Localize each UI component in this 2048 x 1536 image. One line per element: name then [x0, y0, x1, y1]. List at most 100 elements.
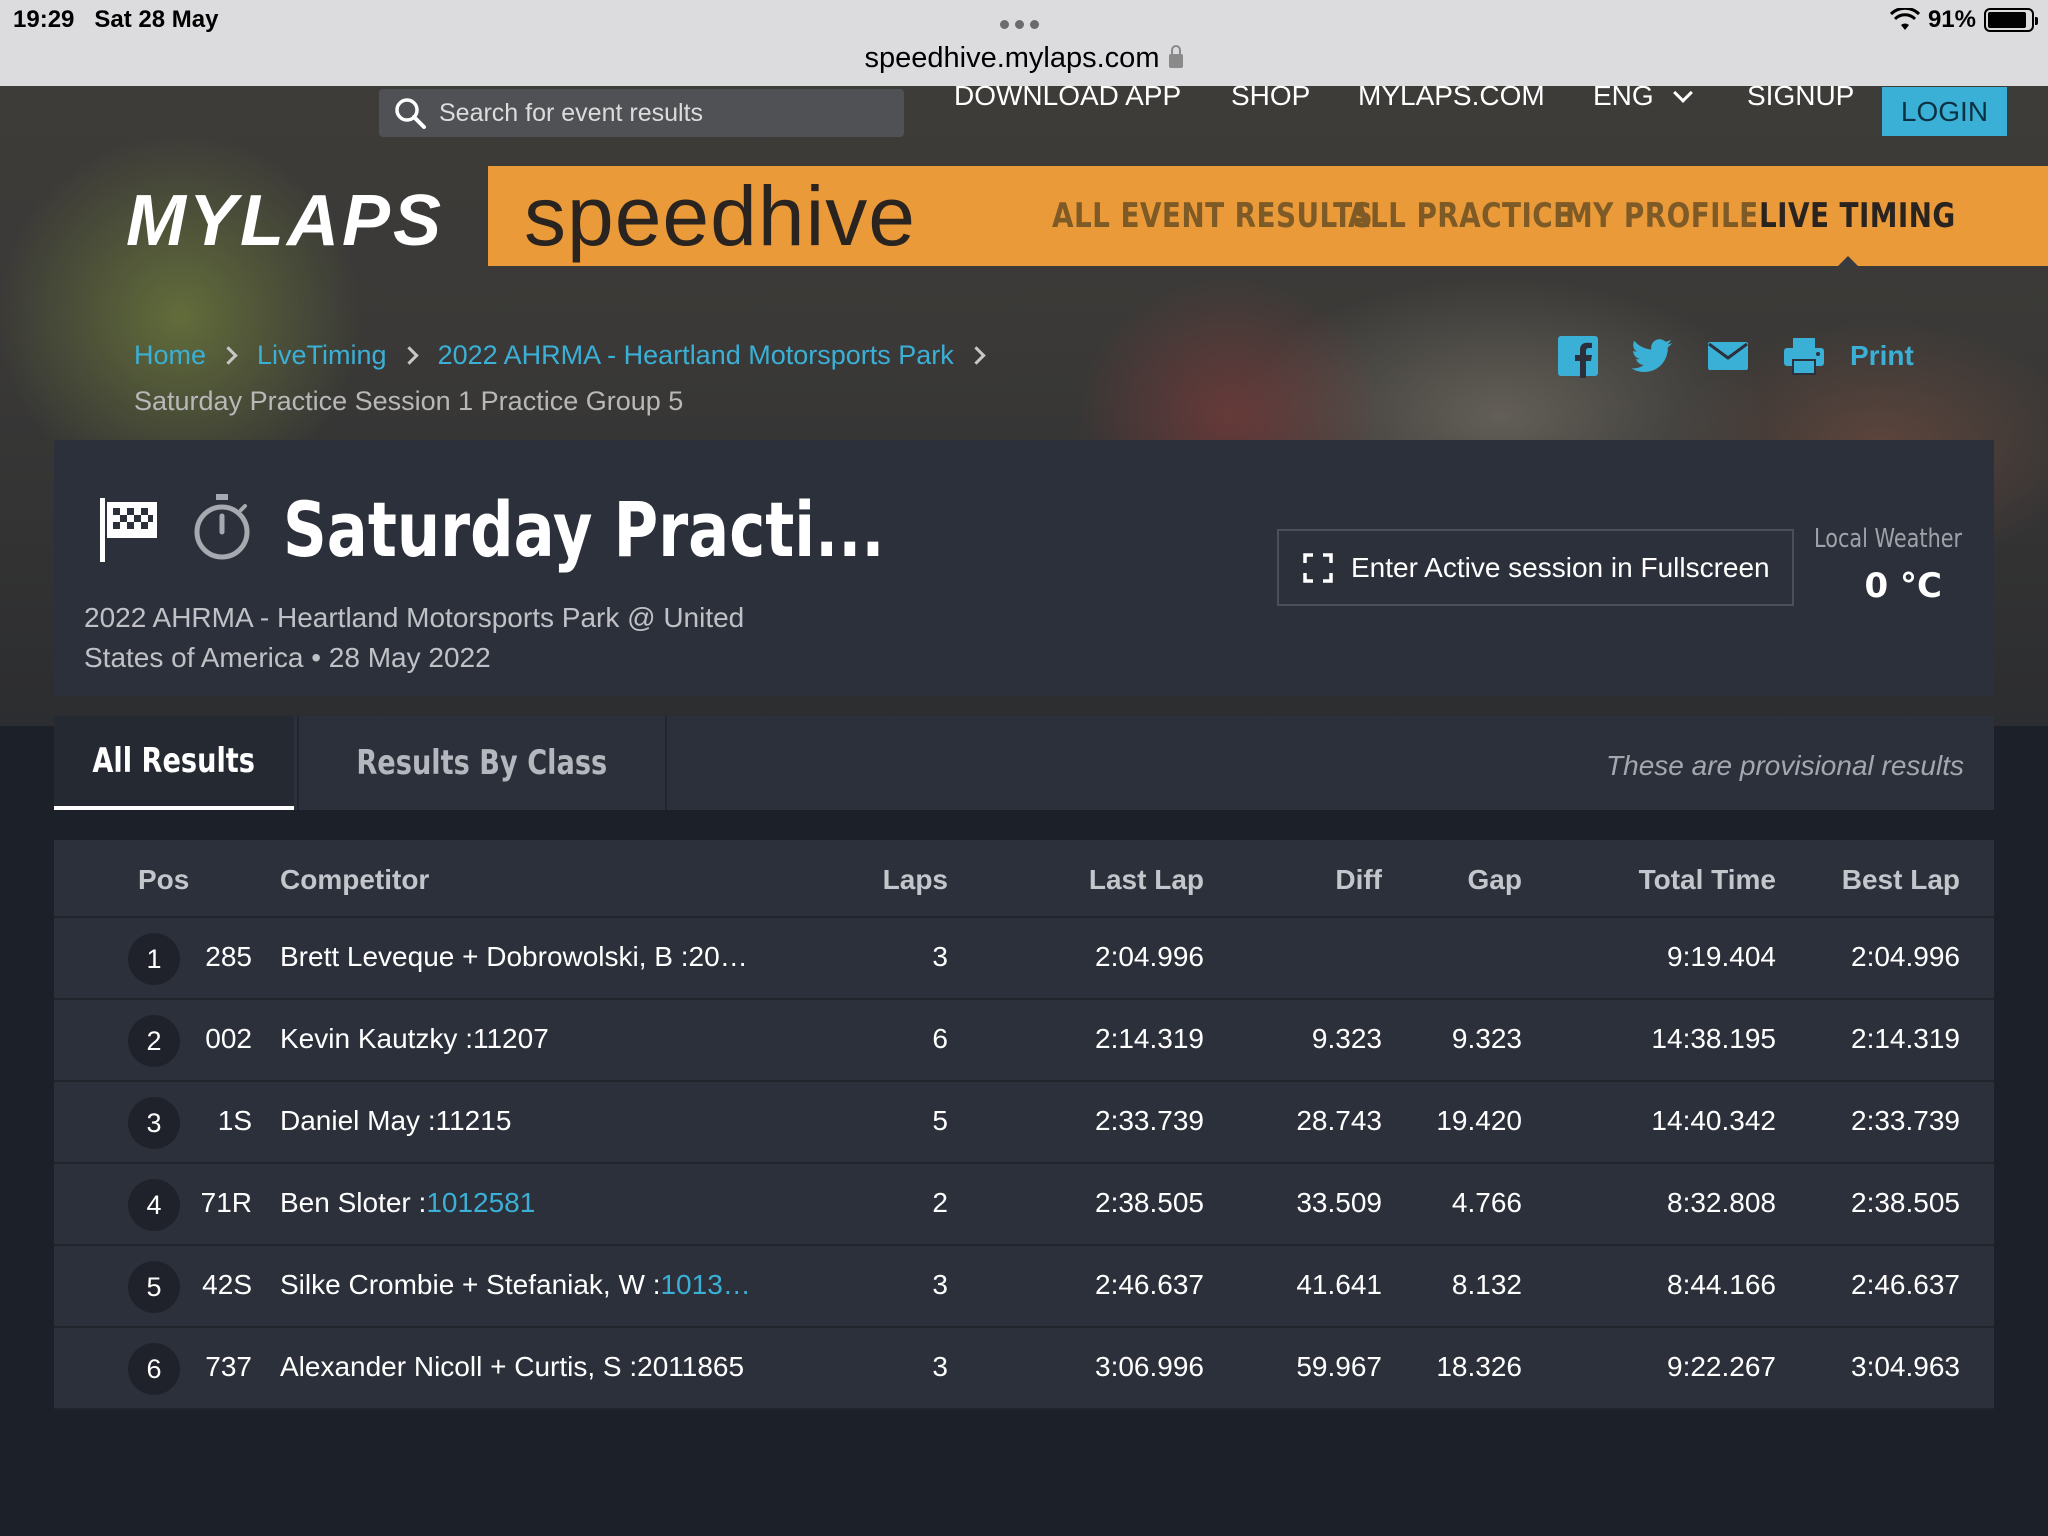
table-row[interactable]: 6 737 Alexander Nicoll + Curtis, S :201186…	[54, 1328, 1994, 1410]
email-share[interactable]	[1706, 334, 1750, 378]
breadcrumb-livetiming[interactable]: LiveTiming	[257, 340, 387, 371]
header-diff[interactable]: Diff	[1335, 864, 1382, 896]
competitor-name[interactable]: Brett Leveque + Dobrowolski, B :20…	[280, 941, 748, 973]
login-button[interactable]: LOGIN	[1882, 87, 2007, 136]
chevron-right-icon	[399, 346, 419, 365]
print-label[interactable]: Print	[1850, 340, 1914, 372]
search-icon	[395, 98, 426, 129]
chevron-right-icon	[967, 346, 986, 365]
competitor-name-text: Silke Crombie + Stefaniak, W :	[280, 1269, 661, 1300]
competitor-number: 71R	[200, 1187, 252, 1218]
best-lap-cell: 2:14.319	[1851, 1023, 1960, 1054]
competitor-transponder-link[interactable]: 1012581	[426, 1187, 535, 1218]
search-input[interactable]	[439, 98, 879, 128]
print-button[interactable]	[1782, 334, 1826, 378]
fullscreen-button[interactable]: Enter Active session in Fullscreen	[1277, 529, 1794, 606]
breadcrumb-event[interactable]: 2022 AHRMA - Heartland Motorsports Park	[438, 340, 954, 371]
results-tabs: All Results Results By Class These are p…	[54, 716, 1994, 810]
competitor-number: 737	[205, 1351, 252, 1382]
active-nav-caret	[1838, 256, 1858, 266]
weather-value: 0 °C	[1864, 566, 1942, 606]
header-gap[interactable]: Gap	[1468, 864, 1522, 896]
competitor-name[interactable]: Kevin Kautzky :11207	[280, 1023, 549, 1055]
facebook-share[interactable]	[1556, 334, 1600, 378]
wifi-icon	[1889, 8, 1920, 30]
tab-overview-dots-icon[interactable]	[1000, 20, 1039, 29]
last-lap-cell: 2:38.505	[1095, 1187, 1204, 1218]
laps-cell: 6	[932, 1023, 948, 1054]
diff-cell: 41.641	[1296, 1269, 1382, 1300]
header-pos[interactable]: Pos	[138, 864, 189, 896]
tab-all-results[interactable]: All Results	[54, 716, 294, 810]
language-label: ENG	[1593, 80, 1654, 111]
table-header: Pos Competitor Laps Last Lap Diff Gap To…	[54, 840, 1994, 918]
status-time: 19:29 Sat 28 May	[13, 6, 219, 33]
total-time-cell: 9:22.267	[1667, 1351, 1776, 1382]
battery-percent: 91%	[1927, 6, 1976, 33]
header-laps[interactable]: Laps	[883, 864, 948, 896]
url-text: speedhive.mylaps.com	[864, 42, 1160, 74]
nav-live-timing[interactable]: LIVE TIMING	[1759, 196, 1956, 236]
header-total-time[interactable]: Total Time	[1639, 864, 1776, 896]
gap-cell: 19.420	[1436, 1105, 1522, 1136]
shop-link[interactable]: SHOP	[1231, 80, 1310, 112]
last-lap-cell: 2:46.637	[1095, 1269, 1204, 1300]
table-row[interactable]: 2 002 Kevin Kautzky :11207 6 2:14.319 9.323 9.…	[54, 1000, 1994, 1082]
laps-cell: 3	[932, 941, 948, 972]
competitor-name[interactable]: Alexander Nicoll + Curtis, S :2011865	[280, 1351, 744, 1383]
fullscreen-icon	[1303, 552, 1333, 583]
competitor-name[interactable]: Silke Crombie + Stefaniak, W :1013…	[280, 1269, 751, 1301]
address-bar[interactable]: speedhive.mylaps.com	[0, 42, 2048, 75]
competitor-transponder-link[interactable]: 1013…	[660, 1269, 750, 1300]
total-time-cell: 14:38.195	[1651, 1023, 1776, 1054]
breadcrumb-home[interactable]: Home	[134, 340, 206, 371]
breadcrumb-current: Saturday Practice Session 1 Practice Gro…	[134, 386, 684, 416]
laps-cell: 2	[932, 1187, 948, 1218]
position-badge: 5	[128, 1261, 180, 1313]
best-lap-cell: 2:04.996	[1851, 941, 1960, 972]
fullscreen-label: Enter Active session in Fullscreen	[1351, 551, 1770, 583]
diff-cell: 9.323	[1311, 1023, 1382, 1054]
breadcrumb: Home LiveTiming 2022 AHRMA - Heartland M…	[134, 340, 1005, 371]
header-best-lap[interactable]: Best Lap	[1842, 864, 1960, 896]
signup-link[interactable]: SIGNUP	[1747, 80, 1854, 112]
header-last-lap[interactable]: Last Lap	[1089, 864, 1204, 896]
search-box[interactable]	[379, 89, 904, 137]
language-selector[interactable]: ENG	[1593, 80, 1693, 112]
diff-cell: 28.743	[1296, 1105, 1382, 1136]
twitter-share[interactable]	[1630, 334, 1674, 378]
best-lap-cell: 2:46.637	[1851, 1269, 1960, 1300]
session-title: Saturday Practi...	[283, 485, 885, 574]
laps-cell: 5	[932, 1105, 948, 1136]
total-time-cell: 8:44.166	[1667, 1269, 1776, 1300]
tab-results-by-class[interactable]: Results By Class	[297, 716, 667, 810]
nav-all-practice[interactable]: ALL PRACTICE	[1348, 196, 1573, 236]
total-time-cell: 8:32.808	[1667, 1187, 1776, 1218]
competitor-name[interactable]: Daniel May :11215	[280, 1105, 511, 1137]
gap-cell: 4.766	[1451, 1187, 1522, 1218]
position-badge: 4	[128, 1179, 180, 1231]
position-badge: 2	[128, 1015, 180, 1067]
header-competitor[interactable]: Competitor	[280, 864, 429, 896]
table-row[interactable]: 5 42S Silke Crombie + Stefaniak, W :1013… 3…	[54, 1246, 1994, 1328]
checkered-flag-icon	[100, 498, 157, 562]
last-lap-cell: 3:06.996	[1095, 1351, 1204, 1382]
battery-icon	[1984, 8, 2038, 32]
last-lap-cell: 2:14.319	[1095, 1023, 1204, 1054]
download-app-link[interactable]: DOWNLOAD APP	[954, 80, 1181, 112]
nav-all-event-results[interactable]: ALL EVENT RESULTS	[1052, 196, 1373, 236]
nav-my-profile[interactable]: MY PROFILE	[1565, 196, 1759, 236]
total-time-cell: 9:19.404	[1667, 941, 1776, 972]
chevron-down-icon	[1672, 83, 1693, 103]
table-row[interactable]: 1 285 Brett Leveque + Dobrowolski, B :20… 3…	[54, 918, 1994, 1000]
mylaps-logo[interactable]: MYLAPS	[126, 180, 444, 262]
provisional-note: These are provisional results	[1606, 750, 1964, 781]
weather-label: Local Weather	[1814, 524, 1963, 554]
table-row[interactable]: 3 1S Daniel May :11215 5 2:33.739 28.743 19.42…	[54, 1082, 1994, 1164]
mylaps-com-link[interactable]: MYLAPS.COM	[1358, 80, 1545, 112]
table-row[interactable]: 4 71R Ben Sloter :1012581 2 2:38.505 33.509 4.…	[54, 1164, 1994, 1246]
competitor-name[interactable]: Ben Sloter :1012581	[280, 1187, 535, 1219]
last-lap-cell: 2:33.739	[1095, 1105, 1204, 1136]
position-badge: 6	[128, 1343, 180, 1395]
speedhive-logo[interactable]: speedhive	[524, 168, 916, 265]
